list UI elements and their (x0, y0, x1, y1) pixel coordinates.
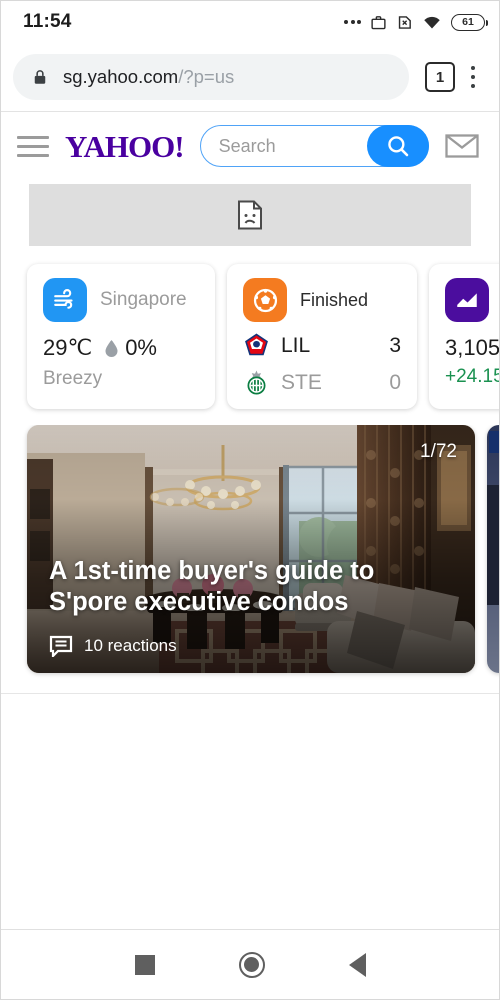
article-card-primary[interactable]: 1/72 A 1st-time buyer's guide to S'pore … (27, 425, 475, 673)
magnifier-icon (388, 136, 409, 157)
reactions-count: 10 reactions (84, 636, 177, 655)
search-area (199, 125, 429, 167)
article-photo-next (487, 425, 499, 673)
slide-counter: 1/72 (420, 441, 457, 462)
back-button-icon[interactable] (348, 952, 366, 977)
yahoo-logo[interactable]: YAHOO! (65, 131, 185, 162)
saint-etienne-crest-icon (243, 370, 269, 396)
home-team-abbr: LIL (281, 334, 311, 357)
tab-switcher-button[interactable]: 1 (425, 62, 455, 92)
status-clock: 11:54 (23, 11, 72, 32)
finance-value: 3,105.9 (445, 335, 499, 360)
recents-button-icon[interactable] (134, 954, 155, 975)
team-row-home: LIL 3 (243, 333, 401, 359)
team-row-away: STE 0 (243, 370, 401, 396)
url-text: sg.yahoo.com/?p=us (63, 66, 234, 88)
mail-button[interactable] (439, 133, 485, 159)
away-team-score: 0 (389, 371, 401, 394)
finance-card[interactable]: Ti In 3,105.9 +24.15 ( (429, 264, 499, 409)
precipitation-readout: 0% (104, 335, 157, 361)
weather-card[interactable]: Singapore 29℃ 0% Breezy (27, 264, 215, 409)
battery-icon: 61 (451, 13, 488, 31)
browser-menu-button[interactable] (459, 62, 487, 93)
status-bar: 11:54 61 (1, 1, 499, 43)
web-page-viewport: YAHOO! Search Singapore 29℃ 0% Breezy Fi… (1, 111, 499, 929)
tab-count-label: 1 (435, 68, 445, 86)
article-text-block: A 1st-time buyer's guide to S'pore execu… (49, 556, 453, 657)
home-button-icon[interactable] (238, 951, 265, 978)
search-submit-button[interactable] (367, 125, 429, 167)
url-path: /?p=us (178, 66, 235, 87)
weather-card-header: Singapore (43, 278, 199, 322)
url-domain: sg.yahoo.com (63, 66, 179, 87)
weather-location: Singapore (100, 289, 187, 310)
hamburger-menu-icon[interactable] (15, 135, 51, 157)
sim-card-disabled-icon (398, 15, 411, 29)
broken-image-banner (29, 184, 471, 246)
weather-condition: Breezy (43, 368, 103, 389)
article-headline[interactable]: A 1st-time buyer's guide to S'pore execu… (49, 556, 453, 619)
briefcase-icon (371, 15, 386, 29)
precipitation-value: 0% (125, 335, 157, 360)
water-drop-icon (105, 339, 118, 357)
reactions-row[interactable]: 10 reactions (49, 635, 453, 657)
finance-card-header: Ti In (445, 278, 499, 322)
wind-icon (43, 278, 87, 322)
weather-readings: 29℃ 0% (43, 335, 199, 361)
android-navigation-bar (1, 929, 499, 999)
phone-screen: 11:54 61 sg.yahoo.com/?p=us 1 YAHOO! Sea… (0, 0, 500, 1000)
article-carousel: 1/72 A 1st-time buyer's guide to S'pore … (1, 425, 499, 689)
soccer-ball-icon (243, 278, 287, 322)
envelope-icon (445, 134, 479, 158)
sports-card-header: Finished (243, 278, 401, 322)
lock-icon (34, 70, 46, 84)
broken-image-placeholder-icon (238, 200, 262, 230)
article-card-next[interactable] (487, 425, 499, 673)
yahoo-site-header: YAHOO! (1, 112, 499, 180)
sports-card[interactable]: Finished LIL 3 STE 0 (227, 264, 417, 409)
wifi-icon (424, 16, 440, 28)
away-team-abbr: STE (281, 371, 322, 394)
comment-bubble-icon (49, 635, 73, 657)
battery-level-text: 61 (462, 16, 474, 28)
browser-toolbar: sg.yahoo.com/?p=us 1 (1, 43, 499, 111)
lille-crest-icon (243, 333, 269, 359)
content-divider (1, 693, 499, 694)
address-bar[interactable]: sg.yahoo.com/?p=us (13, 54, 409, 100)
overflow-dots-icon (344, 20, 361, 24)
match-status: Finished (300, 289, 369, 310)
finance-change: +24.15 ( (445, 366, 499, 387)
status-icon-group: 61 (344, 13, 488, 31)
home-team-score: 3 (389, 334, 401, 357)
temperature-value: 29℃ (43, 335, 93, 360)
line-chart-icon (445, 278, 489, 322)
info-cards-row: Singapore 29℃ 0% Breezy Finished LIL 3 S… (1, 246, 499, 425)
